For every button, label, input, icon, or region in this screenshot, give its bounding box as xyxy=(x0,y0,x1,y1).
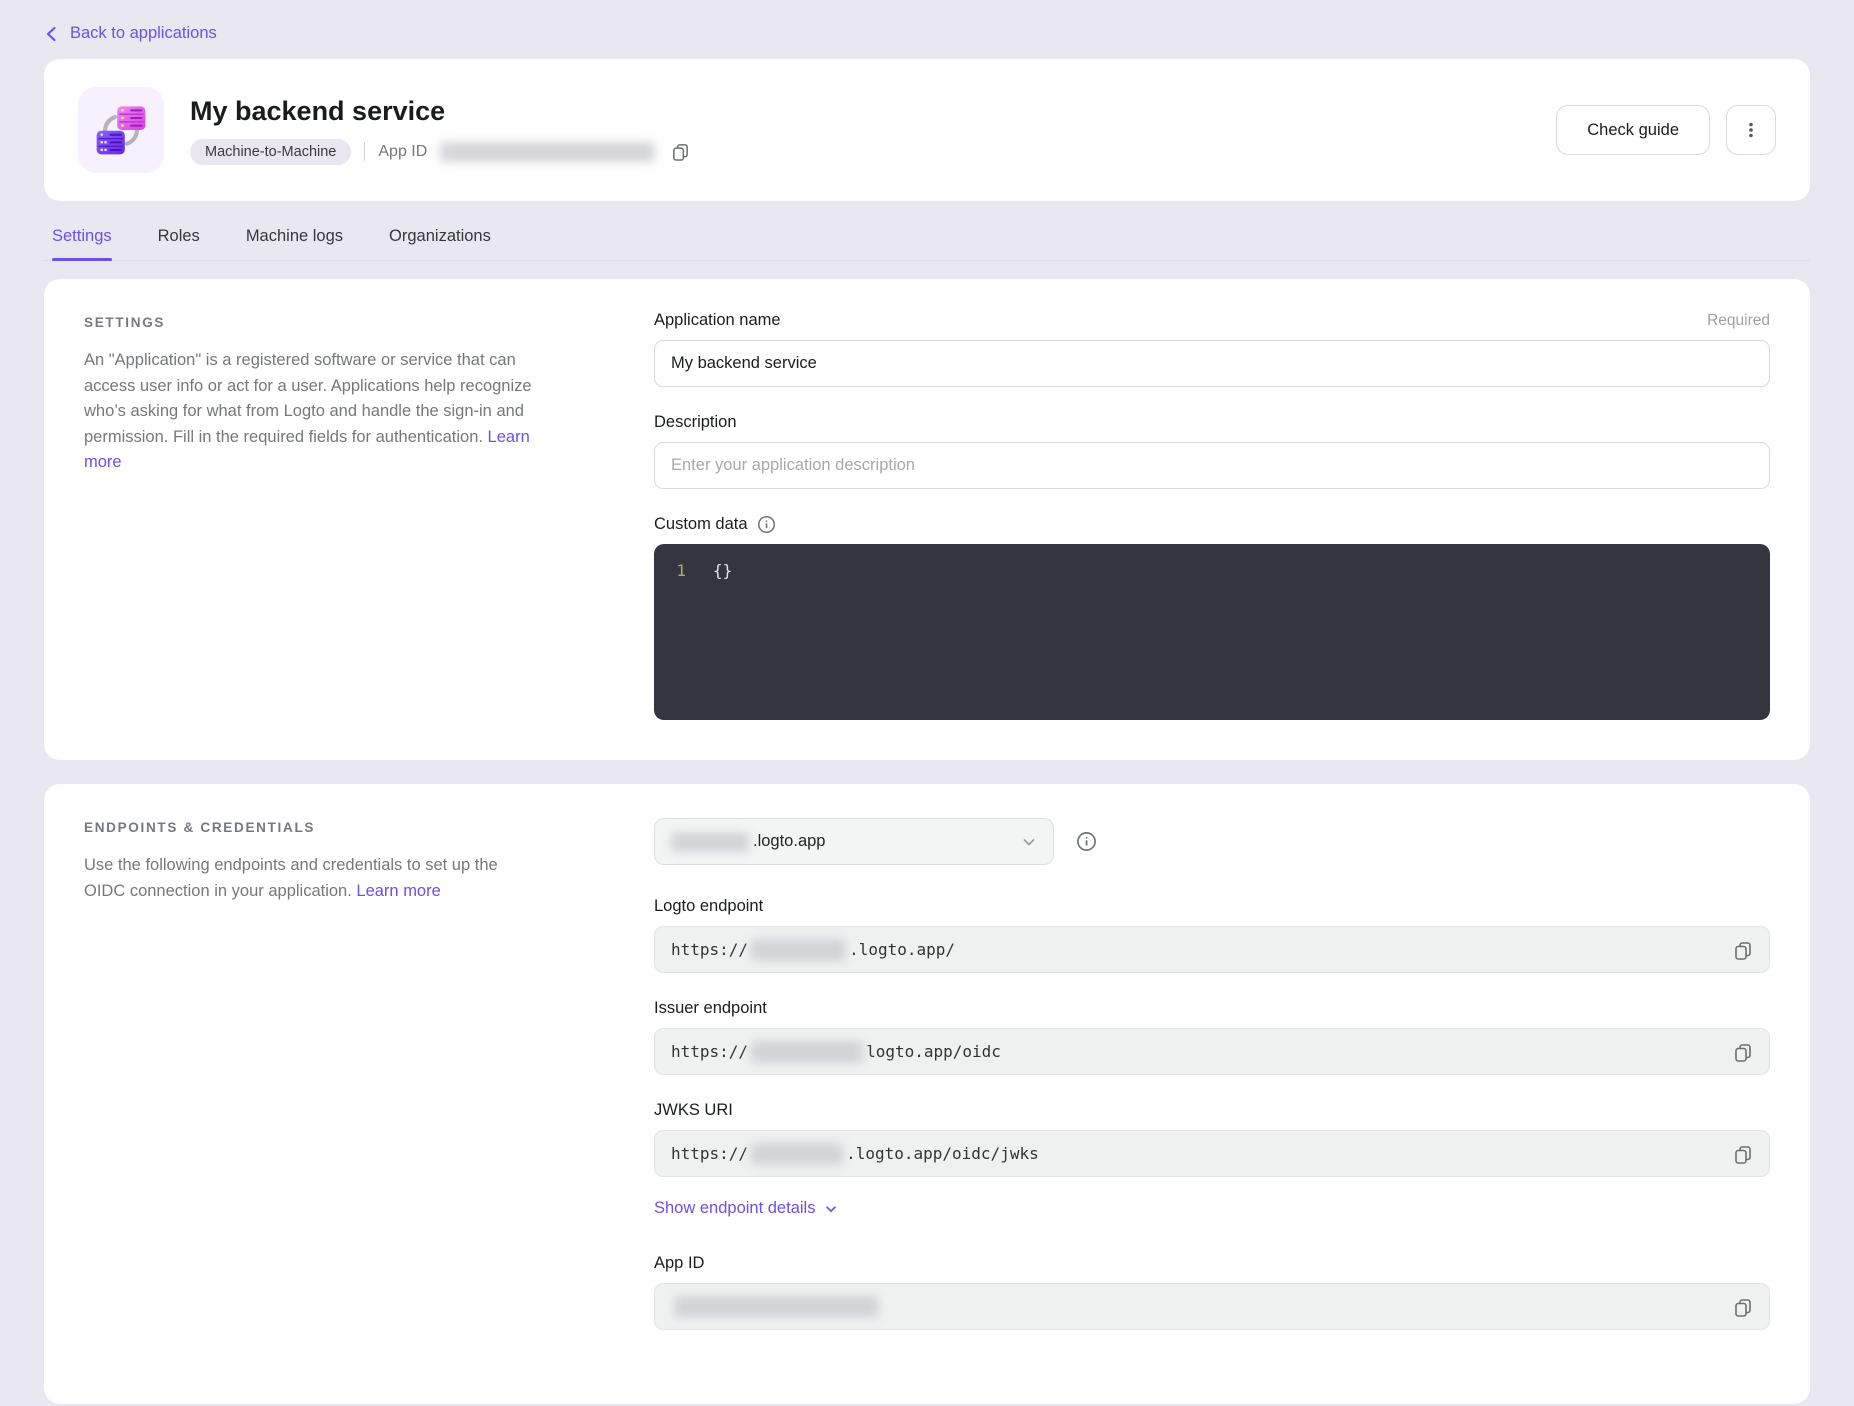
info-icon[interactable] xyxy=(757,515,776,534)
endpoints-learn-more-link[interactable]: Learn more xyxy=(356,882,440,900)
custom-data-field-group: Custom data 1 {} xyxy=(654,515,1770,720)
endpoints-section-description: Use the following endpoints and credenti… xyxy=(84,853,539,904)
back-link-label: Back to applications xyxy=(70,24,217,43)
copy-logto-endpoint-button[interactable] xyxy=(1730,937,1756,963)
endpoints-form: .logto.app Logto endpoint http xyxy=(654,816,1770,1364)
logto-endpoint-label: Logto endpoint xyxy=(654,897,763,916)
description-input[interactable] xyxy=(654,442,1770,489)
jwks-uri-field: https:// .logto.app/oidc/jwks xyxy=(654,1130,1770,1177)
tab-organizations[interactable]: Organizations xyxy=(389,227,491,260)
application-name-input[interactable] xyxy=(654,340,1770,387)
issuer-endpoint-field-group: Issuer endpoint https:// logto.app/oidc xyxy=(654,999,1770,1075)
check-guide-button[interactable]: Check guide xyxy=(1556,105,1710,155)
endpoint-prefix: https:// xyxy=(671,1042,748,1061)
editor-line-number: 1 xyxy=(672,561,686,580)
tab-roles[interactable]: Roles xyxy=(158,227,200,260)
jwks-uri-label: JWKS URI xyxy=(654,1101,733,1120)
tab-settings[interactable]: Settings xyxy=(52,227,112,260)
app-id-field-group: App ID xyxy=(654,1254,1770,1330)
custom-data-editor[interactable]: 1 {} xyxy=(654,544,1770,720)
custom-data-label: Custom data xyxy=(654,515,748,534)
copy-issuer-endpoint-button[interactable] xyxy=(1730,1039,1756,1065)
settings-section-heading: SETTINGS xyxy=(84,315,539,330)
settings-section-intro: SETTINGS An "Application" is a registere… xyxy=(84,311,539,720)
endpoints-section-intro: ENDPOINTS & CREDENTIALS Use the followin… xyxy=(84,816,539,1364)
more-actions-button[interactable] xyxy=(1726,105,1776,155)
copy-icon xyxy=(1733,1042,1753,1062)
tab-bar: Settings Roles Machine logs Organization… xyxy=(44,227,1810,261)
header-actions: Check guide xyxy=(1556,105,1776,155)
editor-code-content: {} xyxy=(713,561,732,580)
logto-endpoint-field: https:// .logto.app/ xyxy=(654,926,1770,973)
copy-icon xyxy=(671,142,690,161)
description-label: Description xyxy=(654,413,737,432)
header-app-id-label: App ID xyxy=(378,143,427,161)
endpoints-section-heading: ENDPOINTS & CREDENTIALS xyxy=(84,820,539,835)
kebab-menu-icon xyxy=(1742,121,1760,139)
copy-icon xyxy=(1733,1144,1753,1164)
app-type-badge: Machine-to-Machine xyxy=(190,139,351,165)
domain-select[interactable]: .logto.app xyxy=(654,818,1054,865)
show-endpoint-details-label: Show endpoint details xyxy=(654,1199,815,1218)
copy-icon xyxy=(1733,1297,1753,1317)
domain-select-row: .logto.app xyxy=(654,818,1770,865)
header-info: My backend service Machine-to-Machine Ap… xyxy=(190,96,693,165)
logto-endpoint-field-group: Logto endpoint https:// .logto.app/ xyxy=(654,897,1770,973)
domain-select-value: .logto.app xyxy=(753,832,825,851)
app-id-redacted-value xyxy=(674,1296,879,1318)
application-name-field-group: Application name Required xyxy=(654,311,1770,387)
jwks-uri-field-group: JWKS URI https:// .logto.app/oidc/jwks xyxy=(654,1101,1770,1177)
settings-section-description: An "Application" is a registered softwar… xyxy=(84,348,539,476)
app-id-field xyxy=(654,1283,1770,1330)
endpoint-prefix: https:// xyxy=(671,940,748,959)
settings-card: SETTINGS An "Application" is a registere… xyxy=(44,279,1810,760)
copy-jwks-uri-button[interactable] xyxy=(1730,1141,1756,1167)
chevron-left-icon xyxy=(44,25,58,43)
machine-to-machine-app-icon xyxy=(78,87,164,173)
required-hint: Required xyxy=(1707,312,1770,330)
domain-redacted-prefix xyxy=(671,832,749,852)
endpoint-redacted-tenant xyxy=(751,1041,863,1063)
application-name-label: Application name xyxy=(654,311,781,330)
app-meta-row: Machine-to-Machine App ID xyxy=(190,139,693,165)
endpoint-suffix: .logto.app/oidc/jwks xyxy=(846,1144,1039,1163)
show-endpoint-details-toggle[interactable]: Show endpoint details xyxy=(654,1199,838,1218)
app-title: My backend service xyxy=(190,96,693,127)
endpoint-redacted-tenant xyxy=(751,1143,843,1165)
endpoints-credentials-card: ENDPOINTS & CREDENTIALS Use the followin… xyxy=(44,784,1810,1404)
header-app-id-redacted-value xyxy=(440,142,655,162)
meta-divider xyxy=(364,142,365,161)
copy-app-id-button[interactable] xyxy=(668,139,693,164)
settings-description-text: An "Application" is a registered softwar… xyxy=(84,351,532,446)
copy-app-id-value-button[interactable] xyxy=(1730,1294,1756,1320)
info-icon[interactable] xyxy=(1076,831,1097,852)
settings-form: Application name Required Description Cu… xyxy=(654,311,1770,720)
chevron-down-icon xyxy=(824,1202,838,1216)
app-id-label: App ID xyxy=(654,1254,704,1273)
issuer-endpoint-field: https:// logto.app/oidc xyxy=(654,1028,1770,1075)
chevron-down-icon xyxy=(1021,834,1037,850)
endpoint-suffix: logto.app/oidc xyxy=(866,1042,1001,1061)
description-field-group: Description xyxy=(654,413,1770,489)
back-to-applications-link[interactable]: Back to applications xyxy=(44,24,217,43)
application-header-card: My backend service Machine-to-Machine Ap… xyxy=(44,59,1810,201)
endpoint-prefix: https:// xyxy=(671,1144,748,1163)
endpoint-suffix: .logto.app/ xyxy=(849,940,955,959)
issuer-endpoint-label: Issuer endpoint xyxy=(654,999,767,1018)
copy-icon xyxy=(1733,940,1753,960)
endpoint-redacted-tenant xyxy=(751,939,846,961)
tab-machine-logs[interactable]: Machine logs xyxy=(246,227,343,260)
page: Back to applications xyxy=(0,0,1854,1404)
